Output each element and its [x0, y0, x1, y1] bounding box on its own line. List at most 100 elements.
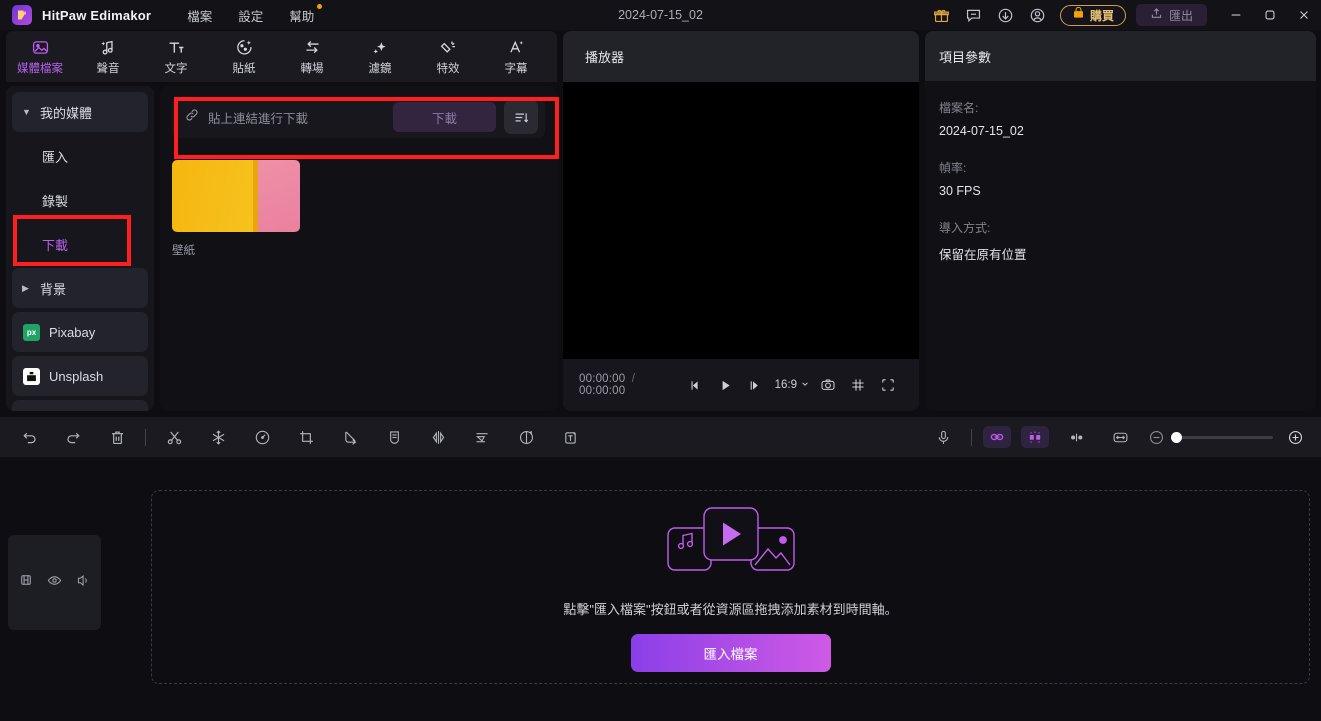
effects-icon: [439, 37, 458, 57]
tab-strip: 媒體檔案 聲音 文字 貼紙 轉場 濾鏡 特效 字幕: [6, 31, 557, 82]
buy-button[interactable]: 購買: [1059, 4, 1126, 26]
download-button[interactable]: 下載: [393, 102, 496, 132]
undo-button[interactable]: [12, 422, 46, 452]
player-canvas[interactable]: [563, 82, 919, 359]
media-sidebar: ▼ 我的媒體 匯入 錄製 下載 ▶ 背景 px Pixabay Unsplash: [6, 86, 154, 411]
delete-button[interactable]: [100, 422, 134, 452]
align-button[interactable]: [465, 422, 499, 452]
tab-text-label: 文字: [164, 63, 188, 75]
tab-audio-label: 聲音: [96, 63, 120, 75]
zoom-slider-handle[interactable]: [1171, 431, 1182, 443]
close-button[interactable]: [1287, 0, 1321, 30]
upload-icon: [1150, 7, 1163, 23]
menu-help[interactable]: 幫助: [289, 3, 323, 25]
sort-list-icon[interactable]: [504, 100, 538, 134]
zoom-out-button[interactable]: [1142, 423, 1170, 451]
sticker-icon: [235, 37, 254, 57]
tab-subtitle[interactable]: 字幕: [482, 31, 550, 82]
menu-settings[interactable]: 設定: [238, 6, 263, 25]
account-icon[interactable]: [1022, 0, 1054, 30]
tab-audio[interactable]: 聲音: [74, 31, 142, 82]
media-icon: [31, 37, 50, 57]
sidebar-item-pixabay[interactable]: px Pixabay: [12, 312, 148, 352]
export-button-label: 匯出: [1168, 8, 1193, 23]
tab-media[interactable]: 媒體檔案: [6, 31, 74, 82]
import-files-button[interactable]: 匯入檔案: [630, 634, 831, 672]
sidebar-item-background[interactable]: ▶ 背景: [12, 268, 148, 308]
field-framerate-label: 幀率:: [939, 161, 967, 175]
mute-icon[interactable]: [76, 573, 91, 593]
timeline-zoom-slider[interactable]: [1171, 431, 1273, 443]
filter-sparkle-icon: [371, 37, 390, 57]
mask-button[interactable]: [377, 422, 411, 452]
menu-settings-label: 設定: [238, 9, 264, 24]
sidebar-item-my-media[interactable]: ▼ 我的媒體: [12, 92, 148, 132]
toolbar-divider-right: [971, 428, 972, 446]
download-icon[interactable]: [990, 0, 1022, 30]
unsplash-icon: [23, 367, 40, 385]
menu-file[interactable]: 檔案: [187, 6, 212, 25]
animation-button[interactable]: [333, 422, 367, 452]
sidebar-item-import-label: 匯入: [42, 149, 69, 165]
redo-button[interactable]: [56, 422, 90, 452]
menu-help-label: 幫助: [289, 9, 315, 24]
pixabay-icon: px: [23, 323, 40, 341]
subtitle-icon: [507, 37, 526, 57]
title-bar-actions: 購買 匯出: [926, 0, 1321, 30]
tab-filter[interactable]: 濾鏡: [346, 31, 414, 82]
media-panel: 貼上連結進行下載 下載 壁紙: [160, 86, 557, 411]
aspect-ratio-selector[interactable]: 16:9: [771, 379, 813, 391]
split-button[interactable]: [157, 422, 191, 452]
timeline-dropzone[interactable]: 點擊"匯入檔案"按鈕或者從資源區拖拽添加素材到時間軸。 匯入檔案: [151, 490, 1310, 684]
fit-timeline-button[interactable]: [1103, 422, 1137, 452]
feedback-icon[interactable]: [958, 0, 990, 30]
chevron-down-icon: ▼: [22, 107, 31, 117]
prev-frame-button[interactable]: [681, 370, 711, 400]
tab-effects[interactable]: 特效: [414, 31, 482, 82]
tab-sticker[interactable]: 貼紙: [210, 31, 278, 82]
sidebar-item-partial[interactable]: [12, 400, 148, 411]
maximize-button[interactable]: [1253, 0, 1287, 30]
zoom-slider-track[interactable]: [1171, 431, 1273, 443]
sidebar-item-unsplash[interactable]: Unsplash: [12, 356, 148, 396]
sidebar-item-import[interactable]: 匯入: [12, 136, 148, 176]
field-framerate-value: 30 FPS: [939, 184, 981, 198]
lock-icon[interactable]: [19, 573, 33, 592]
tab-subtitle-label: 字幕: [504, 63, 528, 75]
minimize-button[interactable]: [1219, 0, 1253, 30]
sidebar-item-download[interactable]: 下載: [12, 224, 148, 264]
sidebar-item-unsplash-label: Unsplash: [49, 368, 104, 384]
next-frame-button[interactable]: [741, 370, 771, 400]
snap-button[interactable]: [1021, 426, 1049, 448]
export-button[interactable]: 匯出: [1135, 4, 1207, 26]
mirror-button[interactable]: [421, 422, 455, 452]
fullscreen-icon[interactable]: [873, 370, 903, 400]
sidebar-item-my-media-label: 我的媒體: [40, 105, 93, 121]
link-clips-button[interactable]: [983, 426, 1011, 448]
freeze-frame-button[interactable]: [201, 422, 235, 452]
tab-transition[interactable]: 轉場: [278, 31, 346, 82]
media-thumbnail-wallpaper[interactable]: 壁紙: [172, 160, 300, 258]
field-import-mode-label: 導入方式:: [939, 221, 991, 235]
chevron-right-icon: ▶: [22, 282, 29, 293]
play-button[interactable]: [711, 370, 741, 400]
speed-button[interactable]: [245, 422, 279, 452]
sidebar-item-background-label: 背景: [40, 281, 67, 297]
zoom-in-button[interactable]: [1281, 423, 1309, 451]
gift-icon[interactable]: [926, 0, 958, 30]
audio-note-icon: [99, 37, 118, 57]
media-placeholder-icon: [656, 502, 806, 583]
download-link-input[interactable]: 貼上連結進行下載: [184, 107, 385, 128]
grid-icon[interactable]: [843, 370, 873, 400]
add-text-button[interactable]: [553, 422, 587, 452]
markers-button[interactable]: [1059, 422, 1093, 452]
tab-text[interactable]: 文字: [142, 31, 210, 82]
sidebar-item-record[interactable]: 錄製: [12, 180, 148, 220]
snapshot-icon[interactable]: [813, 370, 843, 400]
media-thumbnail-label: 壁紙: [172, 245, 195, 257]
rotate-button[interactable]: [509, 422, 543, 452]
crop-button[interactable]: [289, 422, 323, 452]
voiceover-button[interactable]: [926, 422, 960, 452]
cart-icon: [1072, 6, 1085, 23]
visibility-icon[interactable]: [47, 573, 62, 593]
